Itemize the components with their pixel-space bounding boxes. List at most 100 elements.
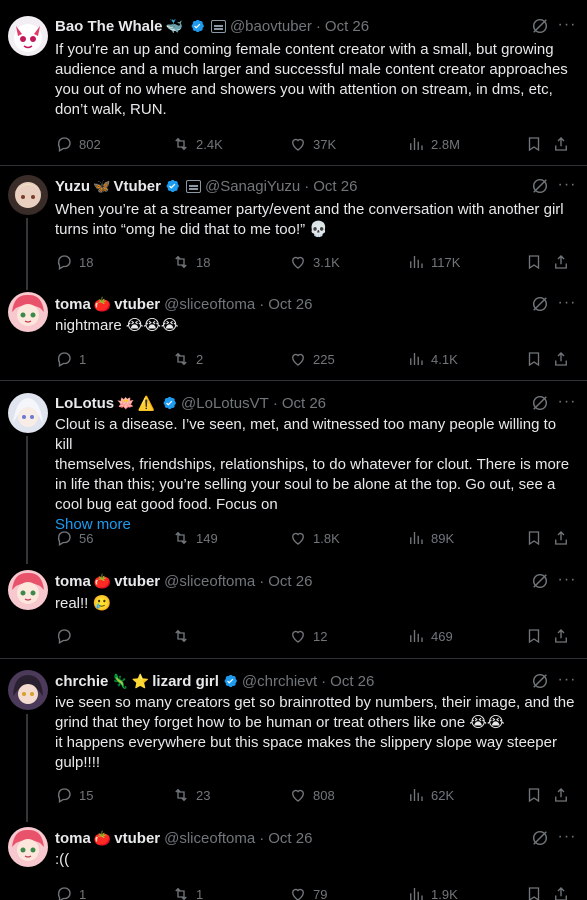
handle[interactable]: @chrchievt — [242, 673, 317, 690]
tweet-yuzu[interactable]: Yuzu 🦋 Vtuber @SanagiYuzu · Oct 26 ··· W… — [0, 166, 587, 276]
bookmark-button[interactable] — [525, 528, 549, 548]
avatar-toma[interactable] — [8, 570, 48, 610]
share-button[interactable] — [552, 884, 576, 900]
affiliate-badge-icon[interactable] — [210, 19, 226, 33]
avatar-yuzu[interactable] — [8, 175, 48, 215]
avatar-chrchie[interactable] — [8, 670, 48, 710]
display-name[interactable]: toma — [55, 296, 91, 313]
reply-button[interactable] — [55, 626, 79, 646]
avatar-lolotus[interactable] — [8, 393, 48, 433]
grok-icon[interactable] — [531, 829, 549, 847]
handle[interactable]: @SanagiYuzu — [205, 178, 300, 195]
views-button[interactable]: 117K — [407, 252, 460, 272]
like-button[interactable]: 12 — [289, 626, 327, 646]
grok-icon[interactable] — [531, 394, 549, 412]
views-button[interactable]: 469 — [407, 626, 453, 646]
display-name[interactable]: LoLotus — [55, 395, 114, 412]
grok-icon[interactable] — [531, 295, 549, 313]
bookmark-button[interactable] — [525, 134, 549, 154]
display-name[interactable]: chrchie — [55, 673, 108, 690]
display-name-suffix[interactable]: vtuber — [114, 573, 160, 590]
bookmark-button[interactable] — [525, 349, 549, 369]
avatar-toma[interactable] — [8, 292, 48, 332]
like-button[interactable]: 37K — [289, 134, 336, 154]
views-button[interactable]: 62K — [407, 785, 454, 805]
avatar-toma[interactable] — [8, 827, 48, 867]
handle[interactable]: @baovtuber — [230, 18, 312, 35]
display-name[interactable]: toma — [55, 573, 91, 590]
grok-icon[interactable] — [531, 672, 549, 690]
tweet-lolotus[interactable]: LoLotus 🪷 ⚠️ @LoLotusVT · Oct 26 ··· Clo… — [0, 381, 587, 556]
share-button[interactable] — [552, 134, 576, 154]
grok-icon[interactable] — [531, 572, 549, 590]
more-options-icon[interactable]: ··· — [557, 829, 577, 849]
retweet-button[interactable]: 18 — [172, 252, 210, 272]
more-options-icon[interactable]: ··· — [557, 17, 577, 37]
retweet-button[interactable]: 23 — [172, 785, 210, 805]
like-button[interactable]: 225 — [289, 349, 335, 369]
verified-badge-icon[interactable] — [161, 395, 177, 411]
reply-button[interactable]: 802 — [55, 134, 101, 154]
reply-button[interactable]: 56 — [55, 528, 93, 548]
handle[interactable]: @sliceoftoma — [164, 573, 255, 590]
handle[interactable]: @sliceoftoma — [164, 830, 255, 847]
like-button[interactable]: 808 — [289, 785, 335, 805]
tweet-date[interactable]: Oct 26 — [313, 178, 357, 195]
more-options-icon[interactable]: ··· — [557, 572, 577, 592]
views-button[interactable]: 2.8M — [407, 134, 460, 154]
retweet-button[interactable] — [172, 626, 196, 646]
views-button[interactable]: 89K — [407, 528, 454, 548]
handle[interactable]: @sliceoftoma — [164, 296, 255, 313]
display-name[interactable]: toma — [55, 830, 91, 847]
bookmark-button[interactable] — [525, 626, 549, 646]
affiliate-badge-icon[interactable] — [185, 179, 201, 193]
reply-button[interactable]: 1 — [55, 884, 86, 900]
share-button[interactable] — [552, 252, 576, 272]
display-name-suffix[interactable]: Vtuber — [113, 178, 161, 195]
display-name-suffix[interactable]: lizard girl — [152, 673, 219, 690]
retweet-button[interactable]: 2.4K — [172, 134, 223, 154]
verified-badge-icon[interactable] — [164, 178, 180, 194]
handle[interactable]: @LoLotusVT — [181, 395, 269, 412]
verified-badge-icon[interactable] — [189, 18, 205, 34]
display-name[interactable]: Bao The Whale — [55, 18, 163, 35]
tweet-date[interactable]: Oct 26 — [268, 830, 312, 847]
tweet-date[interactable]: Oct 26 — [282, 395, 326, 412]
tweet-bao[interactable]: Bao The Whale 🐳 @baovtuber · Oct 26 ··· … — [0, 0, 587, 165]
grok-icon[interactable] — [531, 177, 549, 195]
views-button[interactable]: 4.1K — [407, 349, 458, 369]
more-options-icon[interactable]: ··· — [557, 177, 577, 197]
display-name-suffix[interactable]: vtuber — [114, 830, 160, 847]
tweet-date[interactable]: Oct 26 — [268, 296, 312, 313]
bookmark-button[interactable] — [525, 884, 549, 900]
tweet-date[interactable]: Oct 26 — [325, 18, 369, 35]
tweet-toma-1[interactable]: toma 🍅 vtuber @sliceoftoma · Oct 26 ··· … — [0, 282, 587, 380]
bookmark-button[interactable] — [525, 252, 549, 272]
tweet-toma-3[interactable]: toma 🍅 vtuber @sliceoftoma · Oct 26 ··· … — [0, 817, 587, 900]
more-options-icon[interactable]: ··· — [557, 672, 577, 692]
retweet-button[interactable]: 149 — [172, 528, 218, 548]
more-options-icon[interactable]: ··· — [557, 295, 577, 315]
tweet-date[interactable]: Oct 26 — [268, 573, 312, 590]
reply-button[interactable]: 18 — [55, 252, 93, 272]
like-button[interactable]: 1.8K — [289, 528, 340, 548]
like-button[interactable]: 79 — [289, 884, 327, 900]
tweet-date[interactable]: Oct 26 — [330, 673, 374, 690]
share-button[interactable] — [552, 785, 576, 805]
display-name[interactable]: Yuzu — [55, 178, 90, 195]
like-button[interactable]: 3.1K — [289, 252, 340, 272]
display-name-suffix[interactable]: vtuber — [114, 296, 160, 313]
verified-badge-icon[interactable] — [222, 673, 238, 689]
share-button[interactable] — [552, 626, 576, 646]
share-button[interactable] — [552, 349, 576, 369]
bookmark-button[interactable] — [525, 785, 549, 805]
avatar-bao[interactable] — [8, 16, 48, 56]
retweet-button[interactable]: 2 — [172, 349, 203, 369]
retweet-button[interactable]: 1 — [172, 884, 203, 900]
grok-icon[interactable] — [531, 17, 549, 35]
reply-button[interactable]: 15 — [55, 785, 93, 805]
views-button[interactable]: 1.9K — [407, 884, 458, 900]
tweet-chrchie[interactable]: chrchie 🦎 ⭐ lizard girl @chrchievt · Oct… — [0, 659, 587, 817]
tweet-toma-2[interactable]: toma 🍅 vtuber @sliceoftoma · Oct 26 ··· … — [0, 560, 587, 658]
share-button[interactable] — [552, 528, 576, 548]
